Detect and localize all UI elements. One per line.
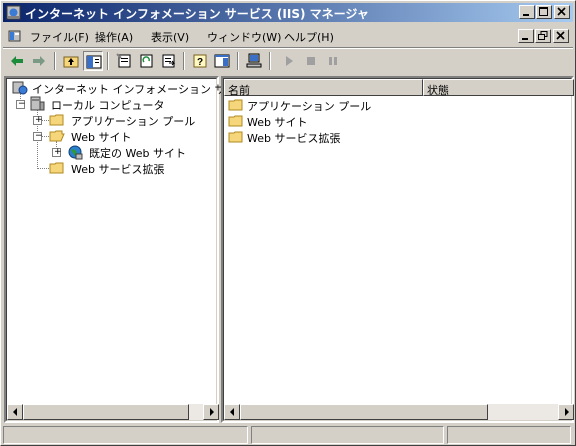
arrow-left-icon — [230, 408, 234, 416]
help-icon: ? — [193, 54, 207, 68]
expand-toggle[interactable]: + — [52, 147, 62, 157]
properties-icon — [116, 53, 131, 68]
tree-label: Web サービス拡張 — [71, 163, 165, 176]
refresh-button[interactable] — [136, 51, 156, 71]
expand-toggle[interactable]: + — [33, 115, 43, 125]
computer-icon — [30, 96, 45, 111]
tree-item-web-sites[interactable]: Web サイト — [49, 128, 219, 144]
column-header-status[interactable]: 状態 — [423, 79, 574, 97]
pause-icon — [329, 57, 337, 65]
tree-item-app-pools[interactable]: アプリケーション プール — [49, 112, 219, 128]
stop-button[interactable] — [301, 51, 321, 71]
back-icon — [11, 56, 23, 66]
tree-item-local-computer[interactable]: ローカル コンピュータ — [29, 96, 219, 112]
collapse-toggle[interactable]: − — [33, 131, 43, 141]
result-list-pane[interactable]: 名前 状態 アプリケーション プール Web サイト Web サービス拡張 — [221, 76, 574, 423]
refresh-icon — [140, 54, 153, 68]
column-header-name[interactable]: 名前 — [224, 79, 423, 97]
scroll-right-button[interactable] — [558, 404, 574, 420]
arrow-right-icon — [565, 408, 569, 416]
pause-button[interactable] — [323, 51, 343, 71]
menu-help[interactable]: ヘルプ(H) — [284, 29, 334, 45]
back-button[interactable] — [7, 51, 27, 71]
window-title: インターネット インフォメーション サービス (IIS) マネージャ — [25, 7, 369, 21]
mmc-document-icon[interactable] — [7, 28, 23, 44]
console-view-icon — [214, 54, 230, 68]
status-pane-1 — [3, 426, 248, 444]
iis-manager-window: インターネット インフォメーション サービス (IIS) マネージャ ファイル(… — [0, 0, 576, 446]
restore-icon — [538, 31, 548, 40]
status-bar — [3, 425, 573, 444]
start-button[interactable] — [279, 51, 299, 71]
play-icon — [286, 56, 293, 66]
menu-bar: ファイル(F) 操作(A) 表示(V) ウィンドウ(W) ヘルプ(H) — [3, 25, 573, 47]
maximize-icon — [539, 7, 548, 16]
scope-tree-pane[interactable]: インターネット インフォメーション サービス − ローカル コンピュータ + ア… — [4, 76, 258, 423]
stop-icon — [307, 57, 315, 65]
menu-separator — [3, 47, 573, 49]
scroll-left-button[interactable] — [7, 404, 23, 420]
menu-file[interactable]: ファイル(F) — [30, 29, 89, 45]
forward-icon — [33, 56, 45, 66]
toolbar: ? — [3, 50, 573, 72]
globe-icon — [68, 145, 83, 160]
show-hide-tree-icon — [86, 55, 102, 69]
list-horizontal-scrollbar[interactable] — [224, 404, 574, 420]
up-folder-icon — [63, 56, 79, 68]
scroll-left-button[interactable] — [224, 404, 240, 420]
tree-item-web-service-extensions[interactable]: Web サービス拡張 — [49, 160, 219, 176]
close-icon — [557, 7, 566, 16]
child-minimize-button[interactable] — [518, 29, 534, 43]
iis-icon — [12, 81, 28, 95]
menu-view[interactable]: 表示(V) — [151, 29, 189, 45]
properties-button[interactable] — [114, 51, 134, 71]
arrow-right-icon — [210, 408, 214, 416]
svg-text:?: ? — [197, 57, 203, 68]
console-view-button[interactable] — [212, 51, 232, 71]
scroll-right-button[interactable] — [203, 404, 219, 420]
tree-item-iis-root[interactable]: インターネット インフォメーション サービス — [9, 80, 258, 96]
child-restore-button[interactable] — [535, 29, 551, 43]
up-folder-button[interactable] — [61, 51, 81, 71]
tree-label: アプリケーション プール — [71, 115, 196, 128]
menu-window[interactable]: ウィンドウ(W) — [207, 29, 281, 45]
folder-icon — [49, 162, 64, 174]
maximize-button[interactable] — [536, 5, 552, 19]
export-list-icon — [162, 54, 176, 68]
connect-computer-button[interactable] — [244, 51, 264, 71]
folder-icon — [228, 131, 243, 143]
minimize-icon — [522, 38, 528, 40]
child-close-button[interactable] — [553, 29, 569, 43]
status-pane-2 — [251, 426, 444, 444]
minimize-button[interactable] — [519, 5, 535, 19]
tree-label: Web サイト — [71, 131, 132, 144]
collapse-toggle[interactable]: − — [16, 99, 26, 109]
forward-button[interactable] — [29, 51, 49, 71]
tree-label: 既定の Web サイト — [89, 147, 186, 160]
folder-icon — [228, 99, 243, 111]
iis-app-icon — [6, 5, 21, 20]
computer-icon — [246, 53, 262, 68]
close-icon — [556, 31, 565, 40]
scroll-thumb[interactable] — [240, 404, 488, 420]
scroll-thumb[interactable] — [23, 404, 189, 420]
folder-icon — [49, 114, 64, 126]
title-bar[interactable]: インターネット インフォメーション サービス (IIS) マネージャ — [3, 3, 573, 22]
status-pane-3 — [447, 426, 571, 444]
export-list-button[interactable] — [158, 51, 178, 71]
tree-label: ローカル コンピュータ — [51, 99, 165, 112]
tree-horizontal-scrollbar[interactable] — [7, 404, 219, 420]
show-hide-tree-button[interactable] — [83, 51, 103, 71]
help-button[interactable]: ? — [190, 51, 210, 71]
menu-action[interactable]: 操作(A) — [95, 29, 133, 45]
minimize-icon — [523, 14, 529, 16]
folder-icon — [228, 115, 243, 127]
folder-open-icon — [49, 130, 65, 142]
close-button[interactable] — [554, 5, 570, 19]
tree-item-default-web-site[interactable]: 既定の Web サイト — [67, 144, 219, 160]
arrow-left-icon — [13, 408, 17, 416]
